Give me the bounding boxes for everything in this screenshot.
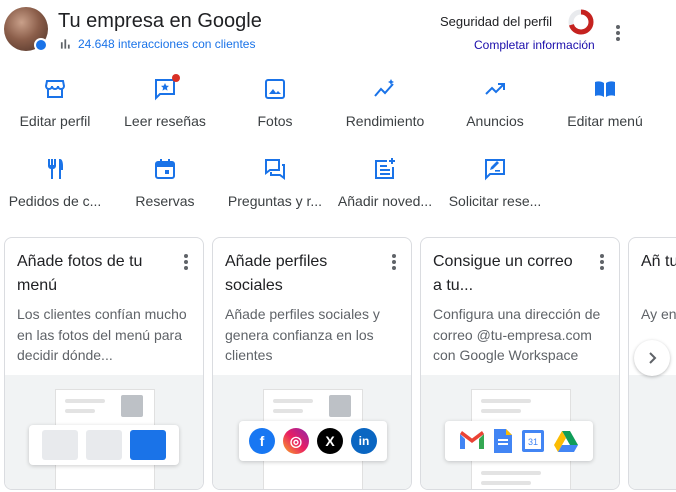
calendar-icon [153, 157, 177, 181]
action-label: Anuncios [466, 113, 524, 129]
interactions-link[interactable]: 24.648 interacciones con clientes [58, 37, 255, 51]
card-more-icon[interactable] [385, 252, 403, 272]
more-options-icon[interactable] [608, 22, 628, 44]
gmail-icon [460, 431, 484, 449]
card-title: Añade fotos de tu menú [17, 253, 143, 294]
card-description: Configura una dirección de correo @tu-em… [433, 306, 601, 363]
card-more-icon[interactable] [593, 252, 611, 272]
action-label: Editar menú [567, 113, 643, 129]
restaurant-icon [43, 157, 67, 181]
menu-photos-illustration [5, 375, 203, 489]
linkedin-icon: in [351, 428, 377, 454]
action-reservas[interactable]: Reservas [110, 157, 220, 209]
action-solicitar-resenas[interactable]: Solicitar rese... [440, 157, 550, 209]
notification-dot [172, 74, 180, 82]
action-label: Pedidos de c... [8, 193, 102, 209]
google-calendar-icon: 31 [522, 430, 544, 452]
carousel-next-button[interactable] [634, 340, 670, 376]
action-label: Editar perfil [19, 113, 91, 129]
page-title: Tu empresa en Google [58, 10, 262, 32]
social-profiles-illustration: f ◎ X in [213, 375, 411, 489]
verified-badge-icon [34, 38, 48, 52]
action-fotos[interactable]: Fotos [220, 77, 330, 129]
action-leer-resenas[interactable]: Leer reseñas [110, 74, 220, 129]
review-icon [153, 74, 180, 101]
card-description: Ay en [641, 306, 676, 322]
card-description: Añade perfiles sociales y genera confian… [225, 306, 380, 363]
post-add-icon [373, 157, 397, 181]
card-description: Los clientes confían mucho en las fotos … [17, 306, 187, 363]
card-title: Consigue un correo a tu... [433, 253, 573, 294]
photo-icon [263, 77, 287, 101]
action-label: Solicitar rese... [448, 193, 542, 209]
svg-text:31: 31 [528, 437, 538, 447]
card-title: Añ tu [641, 253, 676, 270]
complete-info-link[interactable]: Completar información [474, 38, 595, 52]
suggestion-card-menu-photos[interactable]: Añade fotos de tu menú Los clientes conf… [4, 237, 204, 490]
suggestion-card-business-email[interactable]: Consigue un correo a tu... Configura una… [420, 237, 620, 490]
interactions-text: 24.648 interacciones con clientes [78, 37, 256, 51]
action-rendimiento[interactable]: Rendimiento [330, 77, 440, 129]
google-drive-icon [554, 430, 578, 452]
action-preguntas[interactable]: Preguntas y r... [220, 157, 330, 209]
security-progress-ring[interactable] [568, 9, 594, 35]
partial-illustration [629, 375, 676, 489]
action-editar-perfil[interactable]: Editar perfil [0, 77, 110, 129]
x-icon: X [317, 428, 343, 454]
trending-icon [483, 77, 507, 101]
action-label: Preguntas y r... [227, 193, 323, 209]
rate-review-icon [483, 157, 507, 181]
action-label: Añadir noved... [337, 193, 433, 209]
menu-book-icon [593, 77, 617, 101]
qa-icon [263, 157, 287, 181]
action-label: Reservas [135, 193, 195, 209]
action-editar-menu[interactable]: Editar menú [550, 77, 660, 129]
chevron-right-icon [649, 352, 657, 364]
action-label: Rendimiento [345, 113, 425, 129]
action-anuncios[interactable]: Anuncios [440, 77, 550, 129]
card-title: Añade perfiles sociales [225, 253, 328, 294]
action-label: Leer reseñas [124, 113, 206, 129]
action-pedidos[interactable]: Pedidos de c... [0, 157, 110, 209]
google-docs-icon [494, 429, 512, 453]
action-label: Fotos [257, 113, 293, 129]
suggestion-card-social-profiles[interactable]: Añade perfiles sociales Añade perfiles s… [212, 237, 412, 490]
storefront-icon [43, 77, 67, 101]
instagram-icon: ◎ [283, 428, 309, 454]
action-anadir-novedades[interactable]: Añadir noved... [330, 157, 440, 209]
bar-chart-icon [60, 39, 70, 49]
card-more-icon[interactable] [177, 252, 195, 272]
workspace-illustration: 31 [421, 375, 619, 489]
performance-icon [373, 77, 397, 101]
security-label: Seguridad del perfil [440, 14, 553, 29]
facebook-icon: f [249, 428, 275, 454]
